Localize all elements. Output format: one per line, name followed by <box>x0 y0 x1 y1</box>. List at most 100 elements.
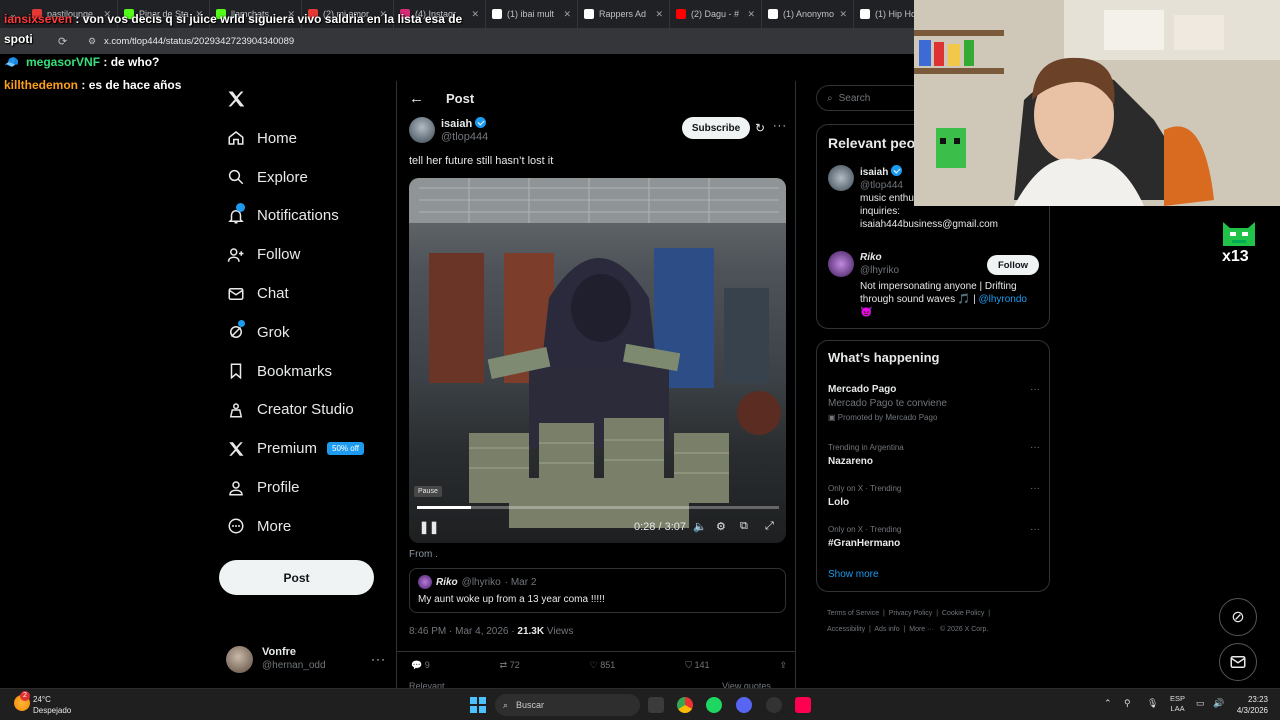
browser-tab[interactable]: (2) Dagu - # ✕ <box>670 0 762 28</box>
volume-icon[interactable]: 🔊 <box>1213 698 1224 709</box>
messages-float-button[interactable] <box>1219 643 1257 681</box>
tab-close-icon[interactable]: ✕ <box>839 9 847 20</box>
sidebar-item-more[interactable]: More <box>218 507 396 546</box>
sidebar-item-bookmarks[interactable]: Bookmarks <box>218 352 396 391</box>
person-bio: Not impersonating anyone | Drifting <box>860 281 1017 292</box>
share-icon[interactable]: ⇪ <box>779 660 787 671</box>
sidebar-item-profile[interactable]: Profile <box>218 468 396 507</box>
sidebar-item-label: Premium <box>257 440 318 458</box>
fullscreen-icon[interactable]: ⤢ <box>765 520 774 533</box>
language-indicator[interactable]: ESP LAA <box>1170 694 1185 714</box>
site-info-icon[interactable]: ⚙ <box>88 36 96 47</box>
video-progress-bar[interactable] <box>417 506 779 509</box>
network-icon[interactable]: ⚲ <box>1124 698 1131 709</box>
chrome-icon[interactable] <box>677 697 693 713</box>
author-avatar[interactable] <box>409 117 435 143</box>
sidebar-item-follow[interactable]: Follow <box>218 235 396 274</box>
footer-link[interactable]: Privacy Policy <box>889 610 933 617</box>
browser-tab[interactable]: Rappers Ad ✕ <box>578 0 670 28</box>
browser-tab[interactable]: (1) Anonymo ✕ <box>762 0 854 28</box>
footer-link[interactable]: Accessibility <box>827 626 865 633</box>
author-handle[interactable]: @tlop444 <box>441 131 488 144</box>
repost-icon: ⇄ <box>499 660 508 670</box>
post-column: ← Post isaiah @tlop444 Subscribe ↻ ··· t… <box>396 81 796 688</box>
sidebar-item-label: Grok <box>257 323 290 341</box>
creator-icon <box>229 403 243 418</box>
tab-close-icon[interactable]: ✕ <box>563 9 571 20</box>
windows-start-icon[interactable] <box>470 697 486 718</box>
taskbar-search-input[interactable]: ⌕ Buscar <box>495 694 640 716</box>
trend-more-icon[interactable]: ··· <box>1030 482 1040 496</box>
sidebar-item-premium[interactable]: Premium 50% off <box>218 429 396 468</box>
settings-gear-icon[interactable]: ⚙ <box>716 520 726 533</box>
tab-close-icon[interactable]: ✕ <box>747 9 755 20</box>
video-player[interactable]: Pause ❚❚ 0:28 / 3:07 🔈 ⚙ ⧉ ⤢ <box>409 178 786 543</box>
tray-chevron-icon[interactable]: ⌃ <box>1104 698 1112 709</box>
footer-links: Terms of Service | Privacy Policy | Cook… <box>827 610 991 633</box>
x-logo-icon[interactable] <box>226 89 246 114</box>
like-button[interactable]: ♡ 851 <box>590 660 616 671</box>
url-field[interactable]: x.com/tlop444/status/2029342723904340089 <box>104 36 294 47</box>
avatar[interactable] <box>828 165 854 191</box>
pause-icon[interactable]: ❚❚ <box>419 520 439 534</box>
sidebar-item-explore[interactable]: Explore <box>218 158 396 197</box>
post-timestamp[interactable]: 8:46 PM · Mar 4, 2026 · <box>409 626 515 637</box>
spotify-icon[interactable] <box>706 697 722 713</box>
person-name[interactable]: Riko <box>860 252 882 263</box>
sidebar-item-label: Profile <box>257 479 300 497</box>
footer-link[interactable]: Terms of Service <box>827 610 879 617</box>
trend-item[interactable]: Trending in Argentina Nazareno ··· <box>828 441 1040 469</box>
avatar[interactable] <box>828 251 854 277</box>
promoted-icon: ▣ <box>828 413 836 422</box>
bookmark-button[interactable]: ⛉ 141 <box>685 660 709 671</box>
back-arrow-icon[interactable]: ← <box>409 90 424 107</box>
mic-icon[interactable]: 🎙 <box>1147 698 1158 709</box>
sidebar-item-creator-studio[interactable]: Creator Studio <box>218 391 396 430</box>
post-button[interactable]: Post <box>219 560 374 595</box>
sidebar-item-label: Notifications <box>257 207 339 225</box>
trend-more-icon[interactable]: ··· <box>1030 383 1040 397</box>
account-more-icon[interactable]: ··· <box>371 652 386 666</box>
grok-explain-icon[interactable]: ↻ <box>755 121 765 135</box>
trend-more-icon[interactable]: ··· <box>1030 441 1040 455</box>
sidebar-item-notifications[interactable]: Notifications <box>218 197 396 236</box>
grok-float-button[interactable]: ⊘ <box>1219 598 1257 636</box>
sort-relevant[interactable]: Relevant <box>409 681 445 688</box>
sidebar-item-grok[interactable]: Grok <box>218 313 396 352</box>
tab-close-icon[interactable]: ✕ <box>655 9 663 20</box>
account-switcher[interactable]: Vonfre @hernan_odd ··· <box>226 644 386 674</box>
bio-link[interactable]: @lhyrondo <box>978 294 1027 305</box>
profile-icon <box>229 480 243 496</box>
trend-item[interactable]: Only on X · Trending #GranHermano ··· <box>828 523 1040 551</box>
volume-icon[interactable]: 🔈 <box>693 520 707 533</box>
sidebar-item-home[interactable]: Home <box>218 119 396 158</box>
picture-in-picture-icon[interactable]: ⧉ <box>740 520 748 533</box>
tab-close-icon[interactable]: ✕ <box>471 9 479 20</box>
follow-button[interactable]: Follow <box>987 255 1039 275</box>
quoted-post[interactable]: Riko @lhyriko · Mar 2 My aunt woke up fr… <box>409 568 786 613</box>
display-icon[interactable]: ▭ <box>1196 698 1205 709</box>
task-view-icon[interactable] <box>648 697 664 713</box>
clock[interactable]: 23:23 4/3/2026 <box>1230 694 1268 716</box>
person-name[interactable]: isaiah <box>860 167 888 178</box>
footer-link[interactable]: Cookie Policy <box>942 610 984 617</box>
tiktok-icon[interactable] <box>795 697 811 713</box>
weather-widget[interactable]: 24°C Despejado <box>33 694 71 716</box>
author-name[interactable]: isaiah <box>441 118 472 130</box>
footer-link[interactable]: More ··· <box>909 626 934 633</box>
discord-icon[interactable] <box>736 697 752 713</box>
trend-item[interactable]: Mercado Pago Mercado Pago te conviene ▣ … <box>828 383 1040 425</box>
show-more-link[interactable]: Show more <box>828 569 879 580</box>
sidebar-item-chat[interactable]: Chat <box>218 274 396 313</box>
footer-link[interactable]: Ads info <box>874 626 899 633</box>
view-quotes-link[interactable]: View quotes <box>722 681 771 688</box>
post-more-icon[interactable]: ··· <box>773 120 787 132</box>
reload-icon[interactable]: ⟳ <box>58 35 67 48</box>
trend-item[interactable]: Only on X · Trending Lolo ··· <box>828 482 1040 510</box>
subscribe-button[interactable]: Subscribe <box>682 117 750 139</box>
repost-button[interactable]: ⇄ 72 <box>500 660 520 671</box>
reply-button[interactable]: 💬 9 <box>411 660 430 671</box>
obs-icon[interactable] <box>766 697 782 713</box>
trend-more-icon[interactable]: ··· <box>1030 523 1040 537</box>
browser-tab[interactable]: (1) ibai mult ✕ <box>486 0 578 28</box>
